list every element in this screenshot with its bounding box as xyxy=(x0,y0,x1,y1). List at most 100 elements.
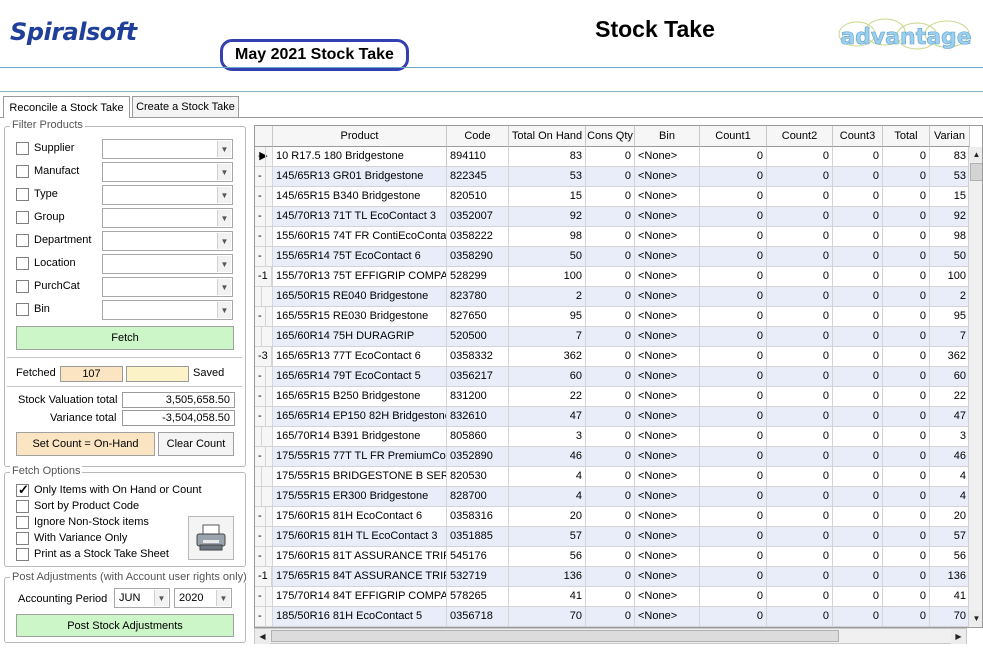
grid-cell[interactable]: 0 xyxy=(833,507,883,527)
grid-cell[interactable]: 0 xyxy=(833,307,883,327)
grid-cell[interactable]: 823780 xyxy=(447,287,509,307)
grid-cell[interactable]: 0 xyxy=(833,227,883,247)
grid-cell[interactable]: 0 xyxy=(883,587,930,607)
grid-cell[interactable]: <None> xyxy=(635,487,700,507)
grid-cell[interactable]: 0 xyxy=(883,327,930,347)
grid-cell[interactable]: 0 xyxy=(700,427,767,447)
grid-cell[interactable]: - xyxy=(255,407,266,427)
grid-cell[interactable]: 0 xyxy=(586,367,635,387)
grid-cell[interactable]: 95 xyxy=(509,307,586,327)
grid-cell[interactable]: 0 xyxy=(767,447,833,467)
grid-cell[interactable]: 53 xyxy=(930,167,970,187)
grid-cell[interactable]: 0 xyxy=(833,247,883,267)
filter-location-checkbox[interactable] xyxy=(16,257,29,270)
scroll-down-icon[interactable]: ▼ xyxy=(969,611,982,626)
grid-cell[interactable]: 0 xyxy=(767,227,833,247)
filter-bin-checkbox[interactable] xyxy=(16,303,29,316)
grid-cell[interactable]: 136 xyxy=(509,567,586,587)
vertical-scrollbar[interactable]: ▲ ▼ xyxy=(968,147,982,627)
table-row[interactable]: 165/65R15 B250 Bridgestone 831200 22 0 <None… xyxy=(255,387,970,407)
grid-cell[interactable]: 98 xyxy=(930,227,970,247)
grid-cell[interactable]: 0 xyxy=(767,547,833,567)
grid-cell[interactable]: 20 xyxy=(509,507,586,527)
grid-cell[interactable]: 175/60R15 81H EcoContact 6 xyxy=(273,507,447,527)
grid-cell[interactable]: 545176 xyxy=(447,547,509,567)
grid-cell[interactable]: -1 xyxy=(255,567,272,587)
column-header[interactable]: Product xyxy=(273,126,447,147)
grid-cell[interactable]: 0 xyxy=(700,347,767,367)
print-button[interactable] xyxy=(188,516,234,560)
grid-cell[interactable]: 50 xyxy=(930,247,970,267)
grid-cell[interactable]: - xyxy=(255,587,266,607)
grid-cell[interactable]: - xyxy=(255,147,266,167)
grid-cell[interactable] xyxy=(255,487,262,507)
grid-cell[interactable]: - xyxy=(255,447,266,467)
grid-cell[interactable]: 0 xyxy=(586,587,635,607)
grid-cell[interactable]: <None> xyxy=(635,407,700,427)
scroll-up-icon[interactable]: ▲ xyxy=(969,147,982,162)
clear-count-button[interactable]: Clear Count xyxy=(158,432,234,456)
grid-cell[interactable]: 362 xyxy=(509,347,586,367)
grid-cell[interactable] xyxy=(255,467,262,487)
grid-cell[interactable]: 0 xyxy=(767,307,833,327)
grid-cell[interactable]: 83 xyxy=(509,147,586,167)
grid-cell[interactable]: 0 xyxy=(586,507,635,527)
grid-cell[interactable]: - xyxy=(255,187,266,207)
grid-cell[interactable]: <None> xyxy=(635,367,700,387)
set-count-on-hand-button[interactable]: Set Count = On-Hand xyxy=(16,432,155,456)
table-row[interactable]: 165/55R15 RE030 Bridgestone 827650 95 0 <Non… xyxy=(255,307,970,327)
grid-cell[interactable]: 0 xyxy=(700,387,767,407)
grid-cell[interactable]: 0 xyxy=(700,447,767,467)
fetch-option-checkbox[interactable] xyxy=(16,532,29,545)
grid-cell[interactable]: <None> xyxy=(635,587,700,607)
grid-cell[interactable]: 0 xyxy=(586,247,635,267)
grid-cell[interactable]: 0 xyxy=(883,267,930,287)
column-header[interactable]: Total On Hand xyxy=(509,126,586,147)
grid-cell[interactable]: <None> xyxy=(635,247,700,267)
scroll-left-icon[interactable]: ◀ xyxy=(255,629,270,644)
grid-cell[interactable]: 805860 xyxy=(447,427,509,447)
grid-cell[interactable]: 155/65R14 75T EcoContact 6 xyxy=(273,247,447,267)
table-row[interactable]: 165/65R14 79T EcoContact 5 0356217 60 0 <Non… xyxy=(255,367,970,387)
filter-department-select[interactable]: ▼ xyxy=(102,231,233,251)
grid-cell[interactable]: 0 xyxy=(586,347,635,367)
grid-cell[interactable]: 0 xyxy=(586,427,635,447)
grid-cell[interactable] xyxy=(255,327,262,347)
grid-cell[interactable]: 0 xyxy=(883,307,930,327)
grid-cell[interactable]: 0 xyxy=(833,427,883,447)
grid-cell[interactable]: 175/55R15 77T TL FR PremiumCont xyxy=(273,447,447,467)
grid-cell[interactable]: 0 xyxy=(586,207,635,227)
grid-cell[interactable]: 47 xyxy=(509,407,586,427)
grid-cell[interactable]: 0 xyxy=(883,507,930,527)
grid-cell[interactable]: 0 xyxy=(833,607,883,627)
filter-supplier-select[interactable]: ▼ xyxy=(102,139,233,159)
grid-cell[interactable]: - xyxy=(255,227,266,247)
post-stock-adjustments-button[interactable]: Post Stock Adjustments xyxy=(16,614,234,637)
grid-cell[interactable]: 0 xyxy=(586,167,635,187)
grid-cell[interactable]: 185/50R16 81H EcoContact 5 xyxy=(273,607,447,627)
grid-cell[interactable]: <None> xyxy=(635,347,700,367)
grid-cell[interactable]: 175/55R15 ER300 Bridgestone xyxy=(273,487,447,507)
grid-cell[interactable]: 0 xyxy=(833,487,883,507)
grid-cell[interactable]: 0 xyxy=(833,547,883,567)
grid-cell[interactable]: 7 xyxy=(930,327,970,347)
grid-cell[interactable]: 175/65R15 84T ASSURANCE TRIPL xyxy=(273,567,447,587)
grid-cell[interactable]: -3 xyxy=(255,347,272,367)
column-header[interactable]: Bin xyxy=(635,126,700,147)
grid-cell[interactable]: 0 xyxy=(767,347,833,367)
table-row[interactable]: 145/70R13 71T TL EcoContact 3 0352007 92 0 <… xyxy=(255,207,970,227)
table-row[interactable]: 175/60R15 81H EcoContact 6 0358316 20 0 <Non… xyxy=(255,507,970,527)
grid-cell[interactable]: 15 xyxy=(509,187,586,207)
table-row[interactable]: 165/50R15 RE040 Bridgestone 823780 2 0 <None… xyxy=(255,287,970,307)
grid-cell[interactable]: 46 xyxy=(930,447,970,467)
grid-cell[interactable]: 2 xyxy=(930,287,970,307)
grid-cell[interactable]: <None> xyxy=(635,167,700,187)
grid-cell[interactable]: 0 xyxy=(586,547,635,567)
grid-cell[interactable]: <None> xyxy=(635,187,700,207)
grid-cell[interactable]: 0 xyxy=(700,307,767,327)
grid-cell[interactable]: 0 xyxy=(883,187,930,207)
grid-cell[interactable]: 175/60R15 81T ASSURANCE TRIPL xyxy=(273,547,447,567)
grid-cell[interactable]: 0 xyxy=(883,227,930,247)
grid-cell[interactable]: 0 xyxy=(700,507,767,527)
grid-cell[interactable]: 165/60R14 75H DURAGRIP xyxy=(273,327,447,347)
